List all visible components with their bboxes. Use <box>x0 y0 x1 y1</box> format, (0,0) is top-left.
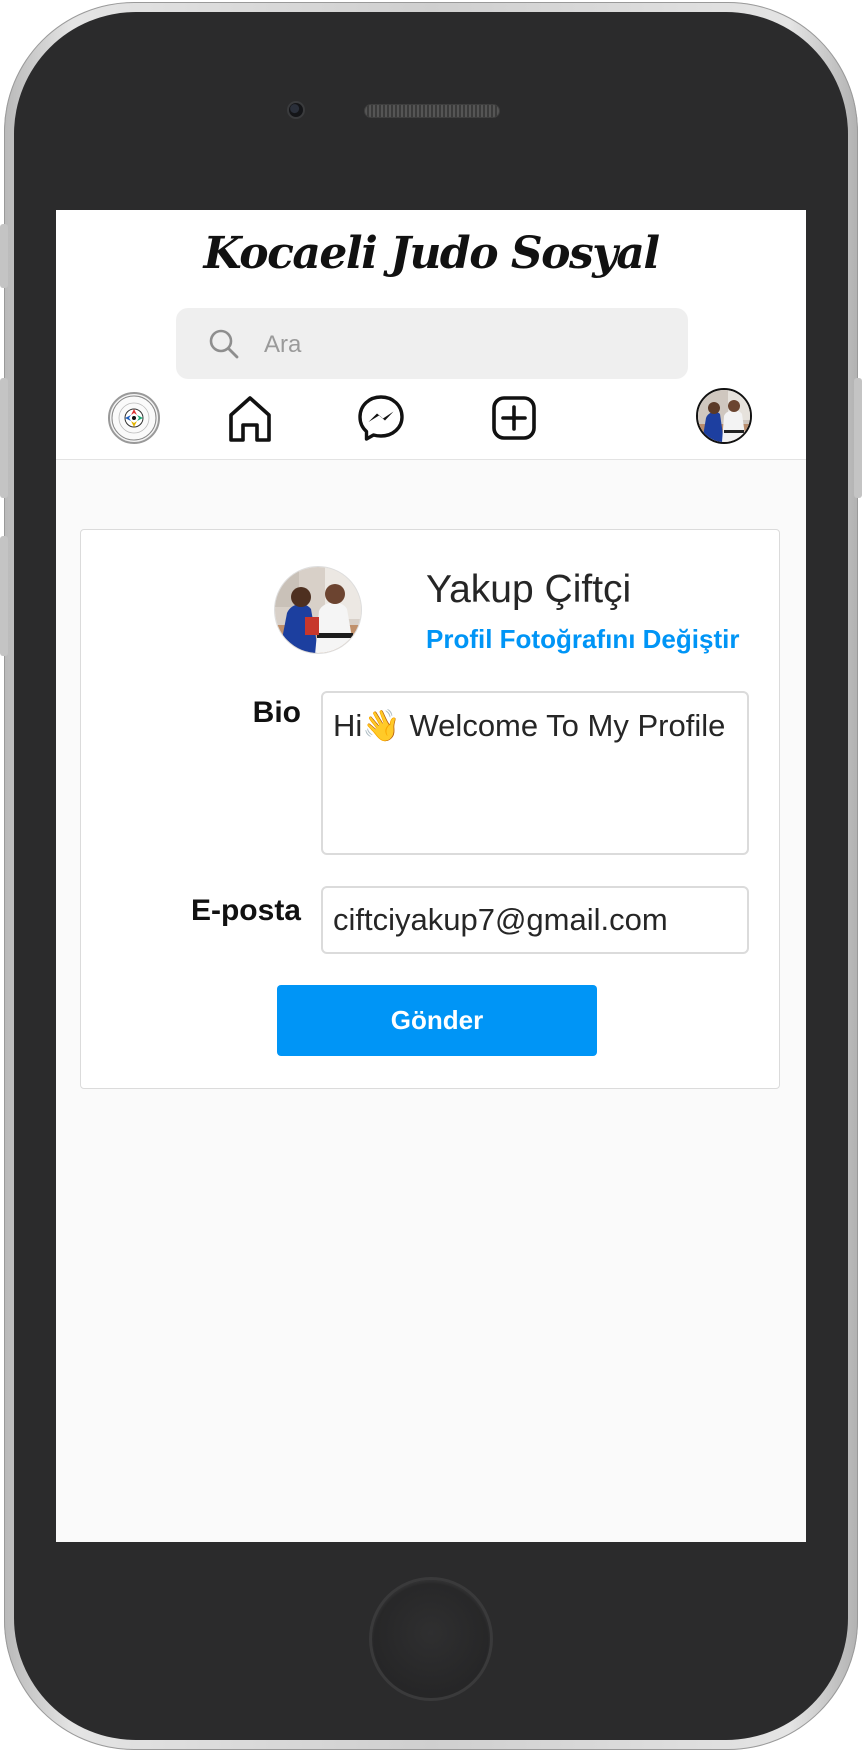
profile-photo[interactable] <box>274 566 362 654</box>
top-bar: Kocaeli Judo Sosyal <box>56 210 806 460</box>
judo-federation-logo[interactable] <box>108 392 160 444</box>
app-screen: Kocaeli Judo Sosyal Ara Yakup Çiftçi Pro… <box>56 210 806 1542</box>
profile-photo-image <box>275 567 361 653</box>
search-icon <box>209 329 239 359</box>
submit-button[interactable]: Gönder <box>277 985 597 1056</box>
nav-home[interactable] <box>222 390 278 446</box>
search-input[interactable] <box>262 308 666 381</box>
add-post-icon <box>492 396 536 440</box>
bio-field[interactable]: Hi👋 Welcome To My Profile <box>321 691 749 855</box>
change-profile-photo-link[interactable]: Profil Fotoğrafını Değiştir <box>426 624 739 655</box>
phone-side-button <box>0 224 8 288</box>
nav-messages[interactable] <box>353 390 409 446</box>
email-field[interactable] <box>321 886 749 954</box>
phone-power-button <box>854 378 862 498</box>
profile-username: Yakup Çiftçi <box>426 568 632 611</box>
email-label: E-posta <box>190 894 301 927</box>
judo-emblem-icon <box>111 395 157 441</box>
front-camera <box>287 101 305 119</box>
home-icon <box>229 396 271 442</box>
phone-volume-down <box>0 536 8 656</box>
app-logo[interactable]: Kocaeli Judo Sosyal <box>56 228 806 279</box>
bio-label: Bio <box>252 696 301 729</box>
profile-avatar[interactable] <box>696 388 752 444</box>
edit-profile-card: Yakup Çiftçi Profil Fotoğrafını Değiştir… <box>80 529 780 1089</box>
nav-new-post[interactable] <box>486 390 542 446</box>
earpiece-speaker <box>364 104 500 118</box>
search-box[interactable] <box>176 308 688 381</box>
phone-volume-up <box>0 378 8 498</box>
home-button[interactable] <box>369 1577 493 1701</box>
messenger-icon <box>358 395 404 441</box>
avatar-photo <box>698 390 750 442</box>
